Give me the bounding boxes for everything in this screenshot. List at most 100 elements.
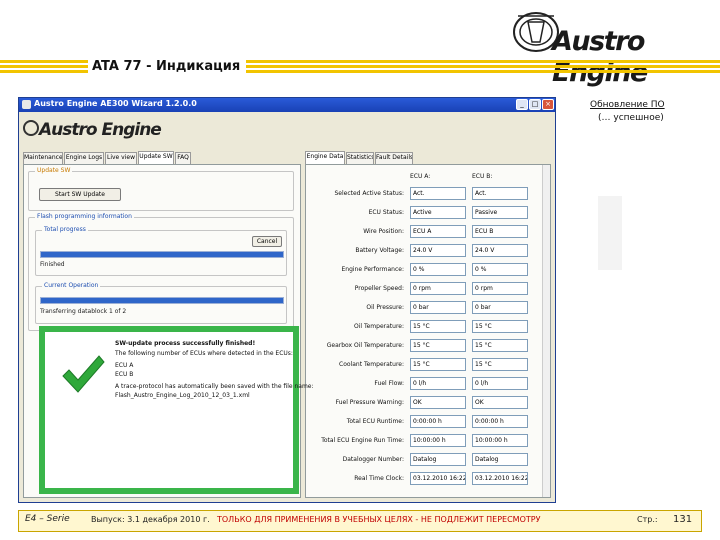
message-title: SW-update process successfully finished! xyxy=(115,340,256,347)
update-sw-group-label: Update SW xyxy=(35,167,73,174)
slide-title: ATA 77 - Индикация xyxy=(88,59,245,74)
ecu-b-value: 10:00:00 h xyxy=(472,434,528,447)
ecu-b-value: 0 bar xyxy=(472,301,528,314)
austro-engine-logo: Austro Engine xyxy=(512,8,702,88)
slide-footer: E4 – Serie Выпуск: 3.1 декабря 2010 г. Т… xyxy=(18,510,702,532)
ecu-a-value: 10:00:00 h xyxy=(410,434,466,447)
ecu-a-value: Act. xyxy=(410,187,466,200)
ecu-row-label: Battery Voltage: xyxy=(355,247,404,254)
ghost-decoration xyxy=(598,196,622,270)
tab-faq[interactable]: FAQ xyxy=(175,152,191,164)
ecu-row-label: Oil Pressure: xyxy=(366,304,404,311)
start-update-button[interactable]: Start SW Update xyxy=(39,188,121,201)
ecu-b-value: 0 rpm xyxy=(472,282,528,295)
current-progress-bar xyxy=(40,297,284,304)
app-icon xyxy=(22,100,31,109)
ecu-b-value: 0:00:00 h xyxy=(472,415,528,428)
message-line-1: The following number of ECUs where detec… xyxy=(115,350,293,357)
ecu-a-value: 15 °C xyxy=(410,358,466,371)
tab-engine-logs[interactable]: Engine Logs xyxy=(64,152,104,164)
ecu-row-label: Total ECU Runtime: xyxy=(346,418,404,425)
footer-page-number: 131 xyxy=(673,514,693,525)
footer-warning: ТОЛЬКО ДЛЯ ПРИМЕНЕНИЯ В УЧЕБНЫХ ЦЕЛЯХ - … xyxy=(217,515,541,524)
footer-issue: Выпуск: 3.1 декабря 2010 г. xyxy=(91,515,210,524)
ecu-row-label: Oil Temperature: xyxy=(354,323,404,330)
ecu-row-label: Selected Active Status: xyxy=(334,190,404,197)
logo-text: Austro Engine xyxy=(552,26,648,88)
ecu-a-value: 03.12.2010 16:22 UTC xyxy=(410,472,466,485)
success-message: SW-update process successfully finished!… xyxy=(45,332,314,488)
message-line-2: A trace-protocol has automatically been … xyxy=(115,383,314,390)
ecu-b-value: Datalog xyxy=(472,453,528,466)
ecu-a-value: 24.0 V xyxy=(410,244,466,257)
minimize-button[interactable]: _ xyxy=(516,99,528,110)
ecu-b-value: OK xyxy=(472,396,528,409)
ecu-row-label: Fuel Pressure Warning: xyxy=(335,399,404,406)
ecu-a-value: Active xyxy=(410,206,466,219)
ecu-a-value: 0 rpm xyxy=(410,282,466,295)
ecu-row-label: Fuel Flow: xyxy=(374,380,404,387)
ecu-a-value: Datalog xyxy=(410,453,466,466)
success-message-frame: SW-update process successfully finished!… xyxy=(39,326,314,494)
ecu-row-label: ECU Status: xyxy=(368,209,404,216)
close-button[interactable]: × xyxy=(542,99,554,110)
ecu-b-value: 24.0 V xyxy=(472,244,528,257)
total-status-text: Finished xyxy=(40,261,65,268)
ecu-b-value: Passive xyxy=(472,206,528,219)
maximize-button[interactable]: □ xyxy=(529,99,541,110)
ecu-row-label: Coolant Temperature: xyxy=(339,361,404,368)
ecu-a-value: 0 l/h xyxy=(410,377,466,390)
total-progress-bar xyxy=(40,251,284,258)
ecu-row-label: Wire Position: xyxy=(363,228,404,235)
caption-title: Обновление ПО xyxy=(590,100,665,110)
ecu-row-label: Gearbox Oil Temperature: xyxy=(326,342,404,349)
ecu-b-value: 0 l/h xyxy=(472,377,528,390)
ecu-b-value: Act. xyxy=(472,187,528,200)
tab-statistics[interactable]: Statistics xyxy=(346,152,374,164)
ecu-b-value: 15 °C xyxy=(472,320,528,333)
window-title: Austro Engine AE300 Wizard 1.2.0.0 xyxy=(34,99,197,108)
ecu-b-header: ECU B: xyxy=(472,173,493,180)
title-bar[interactable]: Austro Engine AE300 Wizard 1.2.0.0 _ □ × xyxy=(19,98,555,112)
engine-data-panel: ECU A: ECU B: Selected Active Status: Act… xyxy=(305,164,551,498)
ecu-b-value: 15 °C xyxy=(472,358,528,371)
footer-page-label: Стр.: xyxy=(637,515,658,524)
ecu-a-header: ECU A: xyxy=(410,173,431,180)
ecu-row-label: Propeller Speed: xyxy=(354,285,404,292)
message-file: Flash_Austro_Engine_Log_2010_12_03_1.xml xyxy=(115,392,250,399)
wizard-window: Austro Engine AE300 Wizard 1.2.0.0 _ □ ×… xyxy=(18,97,556,503)
ecu-row-label: Total ECU Engine Run Time: xyxy=(321,437,404,444)
app-logo: Austro Engine xyxy=(39,120,162,140)
ecu-b-value: 0 % xyxy=(472,263,528,276)
ecu-a-value: ECU A xyxy=(410,225,466,238)
ecu-a-value: 15 °C xyxy=(410,339,466,352)
tab-maintenance[interactable]: Maintenance xyxy=(23,152,63,164)
caption-subtitle: (… успешное) xyxy=(598,113,664,123)
app-logo-emblem-icon xyxy=(23,120,39,136)
total-progress-group: Total progress Cancel Finished xyxy=(35,226,287,276)
ecu-a-value: 15 °C xyxy=(410,320,466,333)
ecu-row-label: Real Time Clock: xyxy=(354,475,404,482)
current-status-text: Transferring datablock 1 of 2 xyxy=(40,308,127,315)
ecu-b-value: 15 °C xyxy=(472,339,528,352)
cancel-button[interactable]: Cancel xyxy=(252,236,282,247)
current-operation-group: Current Operation Transferring datablock… xyxy=(35,282,287,324)
ecu-a-value: 0:00:00 h xyxy=(410,415,466,428)
total-progress-label: Total progress xyxy=(42,226,88,233)
ecu-a-value: 0 % xyxy=(410,263,466,276)
ecu-b-value: 03.12.2010 16:22 UTC xyxy=(472,472,528,485)
ecu-b-value: ECU B xyxy=(472,225,528,238)
ecu-row-label: Datalogger Number: xyxy=(342,456,404,463)
tab-fault-details[interactable]: Fault Details xyxy=(375,152,413,164)
tab-update-sw[interactable]: Update SW xyxy=(138,151,174,164)
ecu-a-value: OK xyxy=(410,396,466,409)
footer-serie: E4 – Serie xyxy=(25,514,70,524)
checkmark-icon xyxy=(62,355,105,393)
ecu-a-value: 0 bar xyxy=(410,301,466,314)
current-operation-label: Current Operation xyxy=(42,282,101,289)
vertical-scrollbar[interactable] xyxy=(542,165,550,497)
tab-engine-data[interactable]: Engine Data xyxy=(305,151,345,164)
message-ecu-a: ECU A xyxy=(115,362,134,369)
message-ecu-b: ECU B xyxy=(115,371,134,378)
tab-live-view[interactable]: Live view xyxy=(105,152,137,164)
